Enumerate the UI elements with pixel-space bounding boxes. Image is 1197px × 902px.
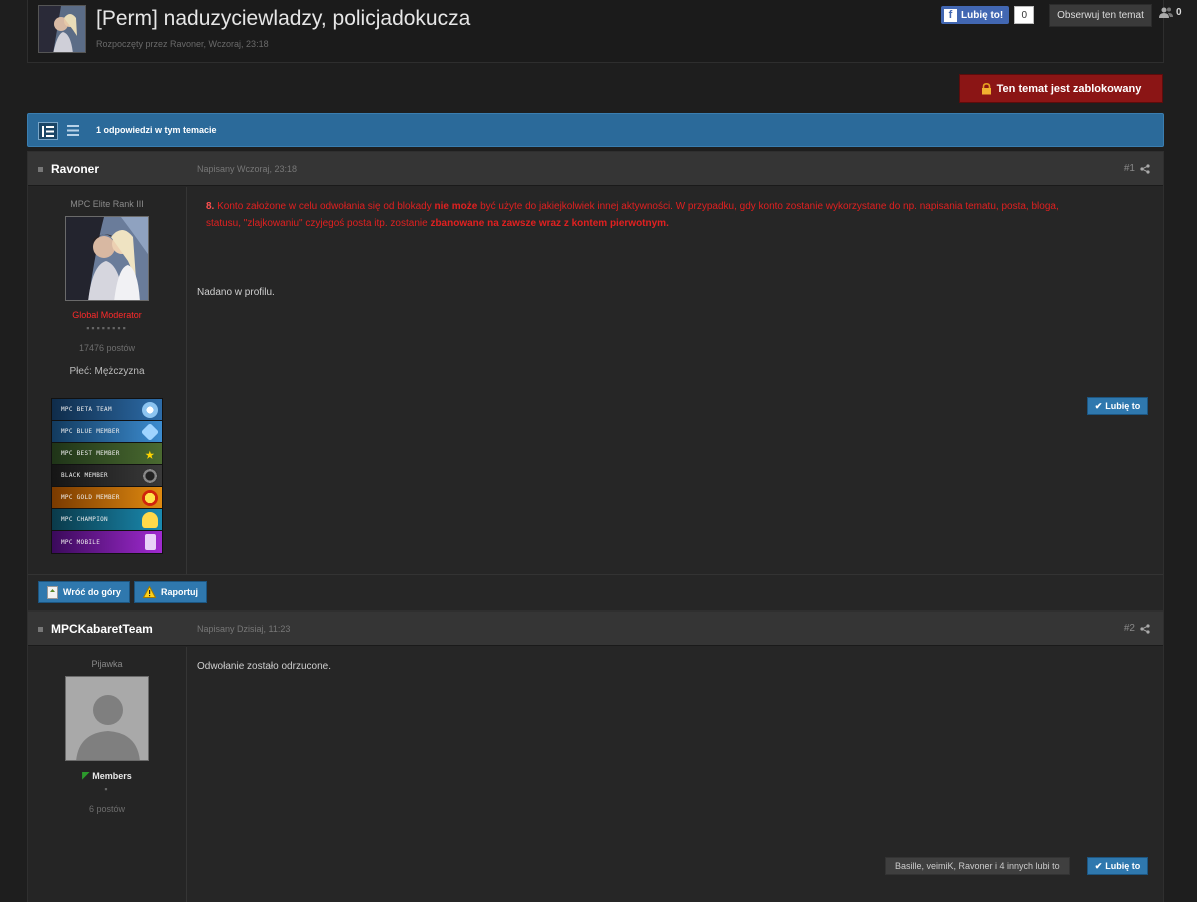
user-rank: Pijawka <box>91 659 123 669</box>
topic-header: [Perm] naduzyciewladzy, policjadokucza R… <box>27 0 1182 63</box>
users-icon <box>1159 7 1173 18</box>
lock-icon <box>981 82 991 94</box>
online-status-icon <box>38 627 43 632</box>
trophy-icon <box>142 512 158 528</box>
rule-text-1-bold: nie może <box>434 201 478 212</box>
badge-best-member: MPC Best Member ★ <box>52 443 162 465</box>
rules-notice: 8. Konto założone w celu odwołania się o… <box>206 198 1146 232</box>
facebook-icon: f <box>944 8 957 22</box>
user-post-count: 17476 postów <box>78 343 136 353</box>
topic-locked-button[interactable]: Ten temat jest zablokowany <box>959 74 1163 103</box>
report-button[interactable]: Raportuj <box>134 581 207 603</box>
post-number-label: #1 <box>1123 163 1135 174</box>
post-number[interactable]: #1 <box>1124 163 1150 174</box>
like-button[interactable]: ✔ Lubię to <box>1087 857 1148 875</box>
post-author[interactable]: Ravoner <box>51 162 99 176</box>
topic-locked-label: Ten temat jest zablokowany <box>996 82 1142 95</box>
threaded-view-icon[interactable] <box>38 122 58 140</box>
badge-label: Black Member <box>61 472 108 479</box>
post-header: Ravoner Napisany Wczoraj, 23:18 #1 <box>28 152 1163 186</box>
badge-label: MPC Best Member <box>61 450 120 457</box>
page-up-icon <box>47 585 58 599</box>
badge-champion: MPC Champion <box>52 509 162 531</box>
user-post-count: 6 postów <box>88 804 126 814</box>
badge-mobile: MPC Mobile <box>52 531 162 553</box>
facebook-like-widget: f Lubię to! 0 <box>941 6 1035 24</box>
badge-gold-member: MPC Gold Member <box>52 487 162 509</box>
post-date: Napisany Wczoraj, 23:18 <box>197 164 298 174</box>
leaf-icon: ◤ <box>82 770 90 780</box>
post: MPCKabaretTeam Napisany Dzisiaj, 11:23 #… <box>27 611 1164 902</box>
author-sidebar: MPC Elite Rank III Global Moderator ▪▪▪▪… <box>28 187 187 574</box>
facebook-like-label: Lubię to! <box>961 9 1004 21</box>
rule-text-3: statusu, "zlajkowaniu" czyjegoś posta it… <box>206 218 431 229</box>
post-number[interactable]: #2 <box>1124 623 1150 634</box>
star-icon: ★ <box>145 444 155 463</box>
rule-text-2: być użyte do jakiejkolwiek innej aktywno… <box>477 201 1059 212</box>
user-group: ◤ Members <box>28 770 186 781</box>
circle-icon <box>142 468 158 484</box>
author-sidebar: Pijawka ◤ Members ▪ 6 postów <box>28 647 187 902</box>
user-rank: MPC Elite Rank III <box>70 199 144 209</box>
share-icon <box>1140 623 1150 634</box>
followers-number: 0 <box>1176 7 1182 18</box>
badge-label: MPC Blue Member <box>61 428 120 435</box>
online-status-icon <box>38 167 43 172</box>
follow-topic-button[interactable]: Obserwuj ten temat <box>1049 4 1152 27</box>
post-content: 8. Konto założone w celu odwołania się o… <box>187 187 1163 574</box>
topic-title: [Perm] naduzyciewladzy, policjadokucza <box>96 7 471 30</box>
like-button-label: Lubię to <box>1105 401 1141 411</box>
badge-label: MPC Beta Team <box>61 406 112 413</box>
user-group-label: Members <box>92 770 132 781</box>
post-text: Odwołanie zostało odrzucone. <box>197 661 331 672</box>
rule-number: 8. <box>206 201 215 212</box>
standard-view-icon[interactable] <box>66 123 80 137</box>
phone-icon <box>145 534 156 550</box>
default-avatar-icon <box>66 677 148 760</box>
avatar[interactable] <box>65 676 149 761</box>
post-header: MPCKabaretTeam Napisany Dzisiaj, 11:23 #… <box>28 612 1163 646</box>
post-footer: Wróć do góry Raportuj <box>28 574 1163 610</box>
user-group: Global Moderator <box>72 310 142 320</box>
replies-bar: 1 odpowiedzi w tym temacie <box>27 113 1164 147</box>
avatar[interactable] <box>65 216 149 301</box>
warning-icon <box>143 586 156 598</box>
like-button[interactable]: ✔ Lubię to <box>1087 397 1148 415</box>
post-author[interactable]: MPCKabaretTeam <box>51 622 153 636</box>
badge-black-member: Black Member <box>52 465 162 487</box>
rank-pips: ▪▪▪▪▪▪▪▪ <box>86 323 128 333</box>
post-content: Odwołanie zostało odrzucone. Basille, ve… <box>187 647 1163 902</box>
topic-starter-avatar[interactable] <box>38 5 86 53</box>
back-to-top-button[interactable]: Wróć do góry <box>38 581 130 603</box>
post: Ravoner Napisany Wczoraj, 23:18 #1 MPC E… <box>27 151 1164 611</box>
facebook-like-count: 0 <box>1014 6 1035 24</box>
likes-info[interactable]: Basille, veimiK, Ravoner i 4 innych lubi… <box>885 857 1070 875</box>
badge-label: MPC Champion <box>61 516 108 523</box>
checkmark-icon: ✔ <box>1094 400 1103 411</box>
replies-count: 1 odpowiedzi w tym temacie <box>96 125 217 135</box>
badge-blue-member: MPC Blue Member <box>52 421 162 443</box>
followers-count[interactable]: 0 <box>1159 7 1182 18</box>
back-to-top-label: Wróć do góry <box>63 587 121 597</box>
share-icon <box>1140 163 1150 174</box>
badge-label: MPC Mobile <box>61 538 101 546</box>
badge-beta-team: MPC Beta Team <box>52 399 162 421</box>
star-badge-icon <box>142 490 158 506</box>
post-date: Napisany Dzisiaj, 11:23 <box>197 624 291 634</box>
facebook-like-button[interactable]: f Lubię to! <box>941 6 1010 24</box>
post-text: Nadano w profilu. <box>197 287 275 298</box>
topic-started-by: Rozpoczęty przez Ravoner, Wczoraj, 23:18 <box>96 39 269 49</box>
checkmark-icon: ✔ <box>1094 860 1103 871</box>
rule-text-3-bold: zbanowane na zawsze wraz z kontem pierwo… <box>430 218 669 229</box>
like-button-label: Lubię to <box>1105 861 1141 871</box>
diamond-icon <box>140 422 160 442</box>
user-badges: MPC Beta Team MPC Blue Member MPC Best M… <box>51 398 163 554</box>
rule-text-1: Konto założone w celu odwołania się od b… <box>217 201 435 212</box>
badge-label: MPC Gold Member <box>61 494 120 501</box>
post-number-label: #2 <box>1123 623 1135 634</box>
user-gender: Płeć: Mężczyzna <box>69 366 145 377</box>
rank-pips: ▪ <box>104 784 110 794</box>
report-label: Raportuj <box>161 587 198 597</box>
gear-icon <box>142 402 158 418</box>
